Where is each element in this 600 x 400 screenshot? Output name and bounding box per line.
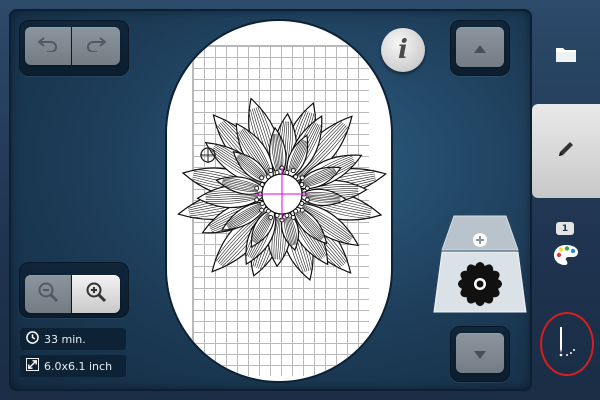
needle-stitch-icon (552, 325, 578, 363)
redo-button[interactable] (72, 27, 120, 65)
zoom-in-button[interactable] (72, 275, 120, 313)
stitch-time-display: 33 min. (20, 328, 126, 350)
embroidery-hoop (167, 21, 391, 381)
embroidery-screen: 33 min. 6.0x6.1 inch i 1 (0, 0, 600, 400)
scroll-up-button[interactable] (456, 27, 504, 67)
right-sidebar: 1 (532, 0, 600, 400)
clock-icon (20, 331, 44, 347)
scroll-down-button[interactable] (456, 333, 504, 373)
flower-design[interactable] (167, 21, 391, 381)
zoom-out-button[interactable] (25, 275, 71, 313)
undo-arrow-icon (37, 36, 59, 56)
sidebar-item-colors[interactable]: 1 (532, 222, 600, 278)
color-count-value: 1 (561, 223, 569, 234)
sidebar-item-selection[interactable] (532, 28, 600, 84)
sidebar-item-embroider[interactable] (532, 305, 600, 385)
undo-button[interactable] (25, 27, 71, 65)
redo-arrow-icon (85, 36, 107, 56)
folder-icon (555, 45, 577, 67)
add-layer-icon[interactable] (473, 233, 487, 247)
stitch-time-value: 33 min. (44, 332, 86, 346)
triangle-up-icon (474, 38, 486, 57)
zoom-out-magnifier-icon (37, 281, 59, 307)
resize-arrows-icon (20, 358, 44, 374)
sidebar-item-edit[interactable] (532, 104, 600, 198)
design-size-display: 6.0x6.1 inch (20, 355, 126, 377)
design-size-value: 6.0x6.1 inch (44, 359, 113, 373)
color-count-badge: 1 (556, 222, 574, 235)
zoom-in-magnifier-icon (85, 281, 107, 307)
pencil-icon (556, 139, 576, 163)
design-layer-panel (432, 212, 528, 316)
info-button-label: i (398, 35, 408, 65)
triangle-down-icon (474, 344, 486, 363)
color-palette-icon (553, 244, 579, 270)
info-button[interactable]: i (381, 28, 425, 72)
